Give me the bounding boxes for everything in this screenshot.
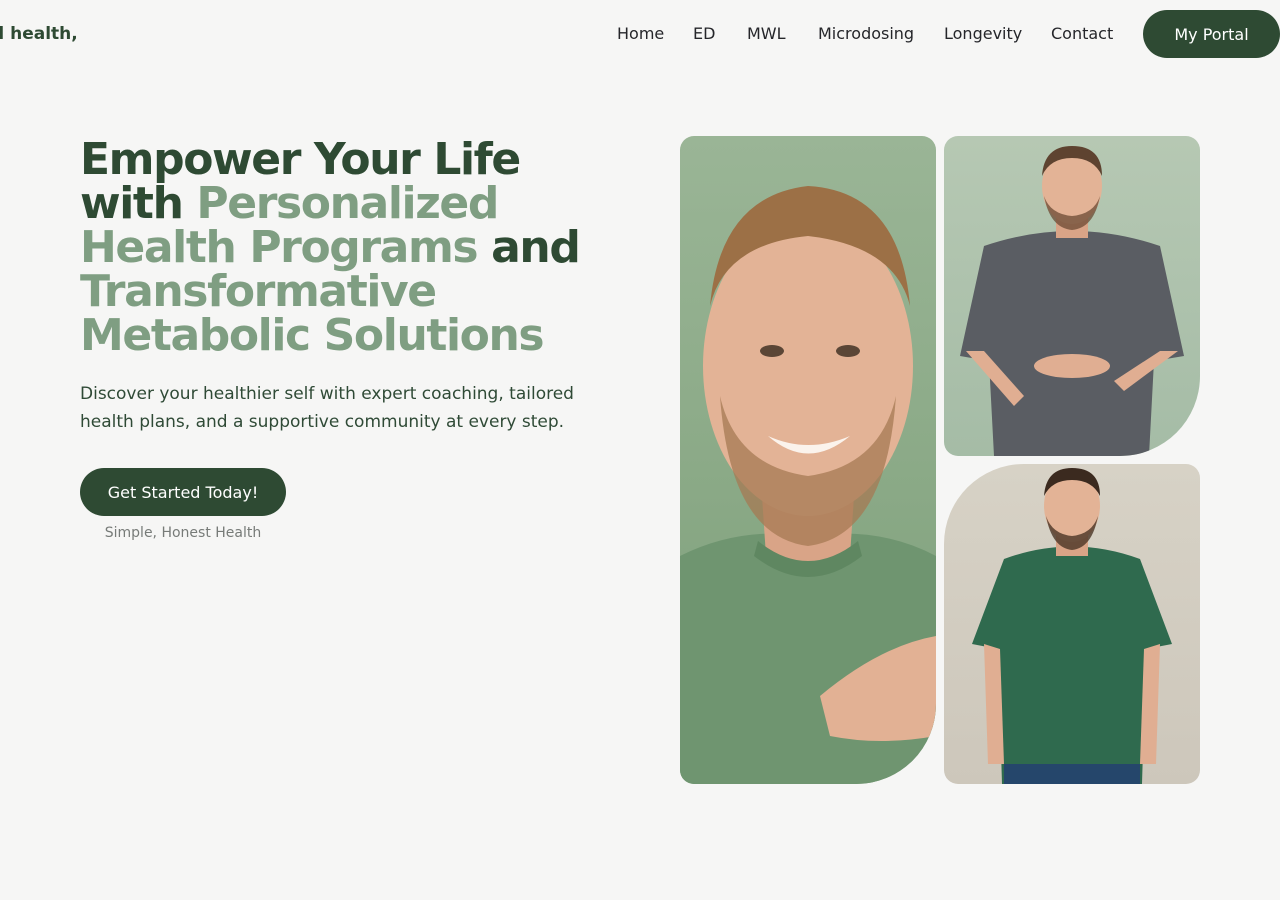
nav-longevity[interactable]: Longevity bbox=[944, 24, 1022, 43]
portrait-standing-gray-shirt-image bbox=[960, 146, 1184, 456]
headline-highlight2: Transformative Metabolic Solutions bbox=[80, 266, 545, 361]
nav-home[interactable]: Home bbox=[617, 24, 664, 43]
nav-contact[interactable]: Contact bbox=[1051, 24, 1113, 43]
tagline: Simple, Honest Health bbox=[104, 525, 262, 541]
portrait-closeup-image bbox=[680, 186, 936, 784]
nav-microdosing[interactable]: Microdosing bbox=[818, 24, 914, 43]
hero-photo-bottom bbox=[944, 464, 1200, 784]
headline-part2: and bbox=[491, 222, 581, 273]
my-portal-button[interactable]: My Portal bbox=[1143, 10, 1280, 58]
nav-ed[interactable]: ED bbox=[693, 24, 715, 43]
nav-mwl[interactable]: MWL bbox=[747, 24, 786, 43]
main-nav: Home ED MWL Microdosing Longevity Contac… bbox=[0, 24, 1280, 46]
hero-subtitle: Discover your healthier self with expert… bbox=[80, 384, 574, 432]
page: d health, Home ED MWL Microdosing Longev… bbox=[0, 0, 1280, 900]
portrait-standing-green-shirt-image bbox=[972, 468, 1172, 784]
hero-headline: Empower Your Life with Personalized Heal… bbox=[80, 138, 620, 358]
get-started-button[interactable]: Get Started Today! bbox=[80, 468, 286, 516]
hero-photo-top bbox=[944, 136, 1200, 456]
hero-photo-main bbox=[680, 136, 936, 784]
